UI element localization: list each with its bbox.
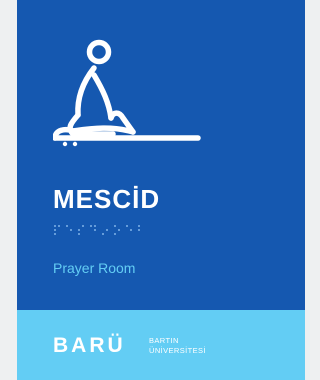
braille-text <box>54 225 140 235</box>
sign-main-panel: MESCİD Prayer Room <box>17 0 305 310</box>
university-name-line2: ÜNİVERSİTESİ <box>149 346 206 355</box>
university-name: BARTIN ÜNİVERSİTESİ <box>149 336 206 356</box>
praying-person-icon <box>53 39 201 147</box>
sign-title: MESCİD <box>53 184 161 214</box>
university-name-line1: BARTIN <box>149 336 179 345</box>
door-sign: MESCİD Prayer Room BARÜ BARTIN ÜNİVERSİT… <box>17 0 305 380</box>
university-logo: BARÜ <box>53 334 126 357</box>
sign-subtitle: Prayer Room <box>53 260 136 276</box>
